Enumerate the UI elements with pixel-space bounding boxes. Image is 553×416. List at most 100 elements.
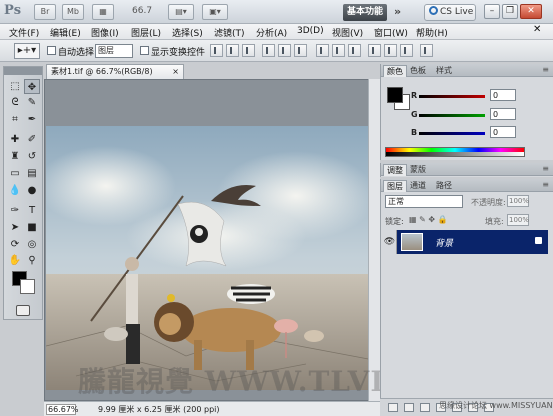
status-zoom-field[interactable]: 66.67% (46, 404, 79, 415)
document-tab[interactable]: 素材1.tif @ 66.7%(RGB/8) × (46, 64, 184, 79)
healing-tool-icon[interactable]: ✚ (7, 132, 23, 147)
workspace-essentials-button[interactable]: 基本功能 (343, 4, 387, 21)
tab-paths[interactable]: 路径 (433, 180, 455, 192)
layers-panel-menu-icon[interactable]: ≡ (542, 180, 549, 189)
tool-preset-picker[interactable]: ▸+▾ (14, 43, 40, 59)
close-icon[interactable]: ✕ (520, 4, 542, 19)
align-hcenter-icon[interactable] (278, 44, 291, 57)
minimize-icon[interactable]: – (484, 4, 500, 19)
brush-tool-icon[interactable]: ✐ (24, 132, 40, 147)
slider-g-track[interactable] (419, 114, 485, 117)
minibridge-button[interactable]: Mb (62, 4, 84, 20)
3d-rotate-tool-icon[interactable]: ⟳ (7, 237, 23, 252)
menu-edit[interactable]: 编辑(E) (50, 26, 81, 39)
blur-tool-icon[interactable]: 💧 (7, 183, 23, 198)
align-left-icon[interactable] (262, 44, 275, 57)
vertical-scrollbar[interactable] (368, 79, 380, 401)
align-bottom-icon[interactable] (242, 44, 255, 57)
eyedropper-tool-icon[interactable]: ✒ (24, 112, 40, 127)
marquee-tool-icon[interactable]: ⬚ (7, 79, 23, 94)
distribute-bottom-icon[interactable] (348, 44, 361, 57)
zoom-level[interactable]: 66.7 (132, 6, 152, 16)
status-doc-info[interactable]: 9.99 厘米 x 6.25 厘米 (200 ppi) (98, 404, 220, 415)
slider-b-value[interactable]: 0 (490, 126, 516, 138)
quick-mask-icon[interactable] (16, 305, 30, 316)
align-top-icon[interactable] (210, 44, 223, 57)
lasso-tool-icon[interactable]: ᘓ (7, 95, 23, 110)
menu-layer[interactable]: 图层(L) (131, 26, 161, 39)
image-canvas[interactable] (46, 126, 379, 390)
layer-name[interactable]: 背景 (435, 236, 453, 249)
menu-view[interactable]: 视图(V) (332, 26, 363, 39)
distribute-vcenter-icon[interactable] (332, 44, 345, 57)
fill-field[interactable]: 100% (507, 214, 529, 226)
menu-window[interactable]: 窗口(W) (374, 26, 408, 39)
align-right-icon[interactable] (294, 44, 307, 57)
align-vcenter-icon[interactable] (226, 44, 239, 57)
blend-mode-dropdown[interactable]: 正常 (385, 195, 463, 208)
slider-g-value[interactable]: 0 (490, 108, 516, 120)
history-brush-tool-icon[interactable]: ↺ (24, 149, 40, 164)
restore-icon[interactable]: ❐ (502, 4, 518, 19)
type-tool-icon[interactable]: T (24, 203, 40, 218)
opacity-field[interactable]: 100% (507, 195, 529, 207)
hand-tool-icon[interactable]: ✋ (7, 253, 23, 268)
auto-select-checkbox[interactable] (47, 46, 56, 55)
pen-tool-icon[interactable]: ✑ (7, 203, 23, 218)
more-workspaces-icon[interactable]: » (394, 5, 401, 18)
menu-help[interactable]: 帮助(H) (416, 26, 448, 39)
color-panel-menu-icon[interactable]: ≡ (542, 65, 549, 74)
layer-row-background[interactable]: 👁 背景 (383, 230, 548, 254)
tab-styles[interactable]: 样式 (433, 65, 455, 77)
distribute-right-icon[interactable] (400, 44, 413, 57)
distribute-top-icon[interactable] (316, 44, 329, 57)
tab-color[interactable]: 颜色 (383, 65, 407, 77)
clone-stamp-tool-icon[interactable]: ♜ (7, 149, 23, 164)
quick-select-tool-icon[interactable]: ✎ (24, 95, 40, 110)
tab-swatches[interactable]: 色板 (407, 65, 429, 77)
doc-close-icon[interactable]: ✕ (533, 24, 541, 35)
background-color-swatch[interactable] (20, 279, 35, 294)
color-spectrum-bar[interactable] (385, 147, 525, 157)
eraser-tool-icon[interactable]: ▭ (7, 166, 23, 181)
layer-mask-icon[interactable] (420, 403, 430, 412)
layer-style-icon[interactable] (404, 403, 414, 412)
screen-mode-button[interactable]: ▣▾ (202, 4, 228, 20)
gradient-tool-icon[interactable]: ▤ (24, 166, 40, 181)
move-tool-icon[interactable]: ✥ (24, 79, 40, 94)
menu-3d[interactable]: 3D(D) (297, 26, 324, 36)
slider-b-track[interactable] (419, 132, 485, 135)
menu-select[interactable]: 选择(S) (172, 26, 203, 39)
crop-tool-icon[interactable]: ⌗ (7, 112, 23, 127)
cs-live-button[interactable]: CS Live (424, 4, 476, 21)
menu-filter[interactable]: 滤镜(T) (214, 26, 245, 39)
lock-icons[interactable]: ▦ ✎ ✥ 🔒 (409, 215, 448, 224)
shape-tool-icon[interactable]: ■ (24, 220, 40, 235)
link-layers-icon[interactable] (388, 403, 398, 412)
3d-orbit-tool-icon[interactable]: ◎ (24, 237, 40, 252)
view-extras-button[interactable]: ▦ (92, 4, 114, 20)
bridge-button[interactable]: Br (34, 4, 56, 20)
toolbox-header[interactable] (4, 67, 42, 75)
path-select-tool-icon[interactable]: ➤ (7, 220, 23, 235)
tab-channels[interactable]: 通道 (407, 180, 429, 192)
menu-analysis[interactable]: 分析(A) (256, 26, 287, 39)
color-panel-fg-swatch[interactable] (387, 87, 403, 103)
menu-image[interactable]: 图像(I) (91, 26, 119, 39)
show-transform-checkbox[interactable] (140, 46, 149, 55)
arrange-documents-button[interactable]: ▤▾ (168, 4, 194, 20)
tab-masks[interactable]: 蒙版 (407, 164, 429, 176)
dodge-tool-icon[interactable]: ● (24, 183, 40, 198)
tab-layers[interactable]: 图层 (383, 180, 407, 192)
eye-icon[interactable]: 👁 (383, 230, 397, 254)
slider-r-value[interactable]: 0 (490, 89, 516, 101)
tab-adjustments[interactable]: 调整 (383, 164, 407, 176)
distribute-hcenter-icon[interactable] (384, 44, 397, 57)
menu-file[interactable]: 文件(F) (9, 26, 39, 39)
tab-close-icon[interactable]: × (172, 65, 179, 79)
document-canvas-area[interactable] (44, 79, 380, 401)
auto-select-dropdown[interactable]: 图层 (95, 44, 133, 58)
auto-align-icon[interactable] (420, 44, 433, 57)
slider-r-track[interactable] (419, 95, 485, 98)
distribute-left-icon[interactable] (368, 44, 381, 57)
